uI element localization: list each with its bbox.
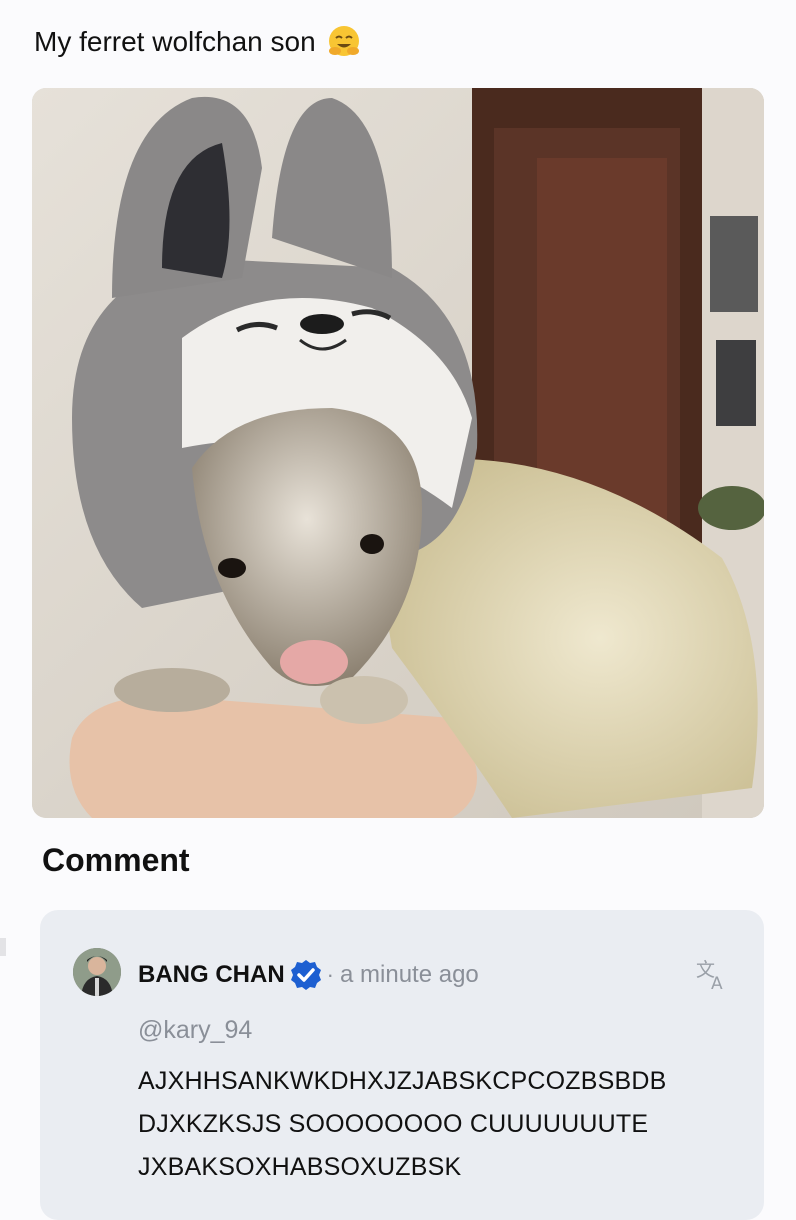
edge-divider — [0, 938, 6, 956]
post-photo[interactable] — [32, 88, 764, 818]
comments-section-title: Comment — [42, 842, 190, 878]
verified-badge-icon — [289, 958, 323, 992]
comment-body: AJXHHSANKWKDHXJZJABSKCPCOZBSBDB DJXKZKSJ… — [138, 1060, 738, 1189]
comment-line: JXBAKSOXHABSOXUZBSK — [138, 1153, 462, 1181]
translate-icon[interactable]: 文 A — [694, 956, 730, 994]
svg-text:A: A — [711, 974, 723, 992]
hugging-face-emoji-icon — [326, 24, 362, 60]
post-caption-text: My ferret wolfchan son — [34, 26, 316, 57]
post-caption: My ferret wolfchan son — [34, 24, 362, 60]
comment-timestamp: a minute ago — [340, 961, 479, 988]
comment-card: BANG CHAN · a minute ago 文 A @kary_94 AJ… — [40, 910, 764, 1220]
comment-mention[interactable]: @kary_94 — [138, 1016, 252, 1045]
meta-separator: · — [326, 962, 334, 987]
comment-line: AJXHHSANKWKDHXJZJABSKCPCOZBSBDB — [138, 1067, 667, 1095]
avatar[interactable] — [73, 948, 121, 996]
comment-line: DJXKZKSJS SOOOOOOOO CUUUUUUUTE — [138, 1110, 649, 1138]
comment-author-name[interactable]: BANG CHAN — [138, 961, 285, 989]
comment-author-row: BANG CHAN · a minute ago — [138, 958, 479, 992]
